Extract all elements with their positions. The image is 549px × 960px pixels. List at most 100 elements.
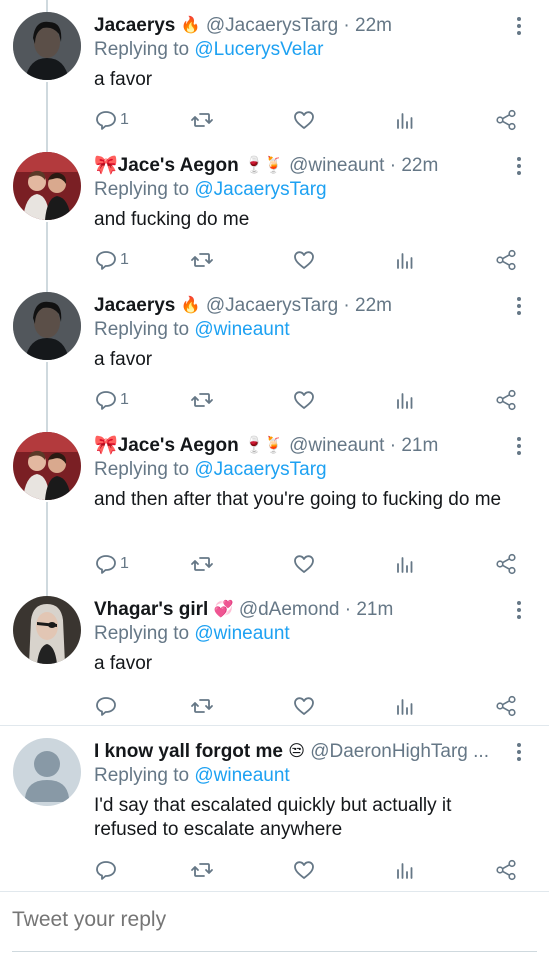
- share-button[interactable]: [494, 856, 518, 884]
- tweet[interactable]: 🎀Jace's Aegon 🍷🍹 @wineaunt · 22m Replyin…: [0, 140, 549, 280]
- replying-to: Replying to @wineaunt: [94, 764, 290, 788]
- reply-input[interactable]: [12, 905, 532, 935]
- action-bar: [94, 692, 519, 720]
- tweet-header: Jacaerys 🔥 @JacaerysTarg · 22m: [94, 292, 509, 318]
- retweet-button[interactable]: [190, 692, 214, 720]
- share-button[interactable]: [494, 550, 518, 578]
- mention-link[interactable]: @LucerysVelar: [194, 39, 323, 60]
- avatar[interactable]: [13, 152, 81, 220]
- more-options-icon[interactable]: [507, 154, 531, 178]
- timestamp[interactable]: · 21m: [390, 435, 439, 456]
- user-handle[interactable]: @JacaerysTarg: [206, 295, 338, 316]
- display-name[interactable]: 🎀Jace's Aegon: [94, 155, 239, 176]
- like-button[interactable]: [292, 550, 316, 578]
- like-button[interactable]: [292, 692, 316, 720]
- heart-icon: [294, 861, 314, 879]
- reply-button[interactable]: 1: [94, 386, 129, 414]
- analytics-button[interactable]: [393, 386, 417, 414]
- mention-link[interactable]: @wineaunt: [194, 765, 289, 786]
- retweet-button[interactable]: [190, 856, 214, 884]
- share-button[interactable]: [494, 246, 518, 274]
- tweet-text: a favor: [94, 653, 153, 674]
- replying-to: Replying to @JacaerysTarg: [94, 458, 327, 482]
- retweet-button[interactable]: [190, 386, 214, 414]
- more-options-icon[interactable]: [507, 598, 531, 622]
- display-name[interactable]: Jacaerys: [94, 15, 175, 36]
- timestamp[interactable]: · 22m: [343, 295, 392, 316]
- reply-button[interactable]: 1: [94, 106, 129, 134]
- analytics-button[interactable]: [393, 106, 417, 134]
- timestamp[interactable]: · 22m: [390, 155, 439, 176]
- retweet-icon: [191, 557, 213, 571]
- share-icon: [496, 859, 516, 881]
- analytics-button[interactable]: [393, 856, 417, 884]
- reply-input-underline: [12, 951, 537, 952]
- tweet-header: 🎀Jace's Aegon 🍷🍹 @wineaunt · 22m: [94, 152, 509, 178]
- reply-button[interactable]: [94, 692, 120, 720]
- user-handle[interactable]: @JacaerysTarg: [206, 15, 338, 36]
- name-emoji: 🍷🍹: [243, 435, 284, 454]
- replying-to-label: Replying to: [94, 39, 195, 60]
- replying-to: Replying to @LucerysVelar: [94, 38, 323, 62]
- share-button[interactable]: [494, 106, 518, 134]
- like-button[interactable]: [292, 106, 316, 134]
- more-options-icon[interactable]: [507, 14, 531, 38]
- user-handle[interactable]: @dAemond: [239, 599, 340, 620]
- tweet[interactable]: Vhagar's girl 💞 @dAemond · 21m Replying …: [0, 584, 549, 724]
- reply-count: 1: [120, 251, 129, 268]
- more-options-icon[interactable]: [507, 434, 531, 458]
- tweet[interactable]: Jacaerys 🔥 @JacaerysTarg · 22m Replying …: [0, 0, 549, 140]
- heart-icon: [294, 111, 314, 129]
- reply-button[interactable]: 1: [94, 246, 129, 274]
- user-handle[interactable]: @wineaunt: [289, 155, 384, 176]
- analytics-icon: [397, 113, 413, 129]
- display-name[interactable]: I know yall forgot me: [94, 741, 283, 762]
- like-button[interactable]: [292, 856, 316, 884]
- share-icon: [496, 695, 516, 717]
- action-bar: 1: [94, 550, 519, 578]
- action-bar: 1: [94, 386, 519, 414]
- mention-link[interactable]: @wineaunt: [194, 623, 289, 644]
- avatar[interactable]: [13, 12, 81, 80]
- retweet-button[interactable]: [190, 246, 214, 274]
- tweet[interactable]: 🎀Jace's Aegon 🍷🍹 @wineaunt · 21m Replyin…: [0, 420, 549, 584]
- like-button[interactable]: [292, 386, 316, 414]
- more-options-icon[interactable]: [507, 740, 531, 764]
- reply-icon: [96, 111, 116, 130]
- like-button[interactable]: [292, 246, 316, 274]
- mention-link[interactable]: @JacaerysTarg: [194, 179, 326, 200]
- tweet-text: and fucking do me: [94, 209, 250, 230]
- user-handle[interactable]: @DaeronHighTarg ...: [310, 741, 489, 762]
- avatar[interactable]: [13, 738, 81, 806]
- reply-count: 1: [120, 111, 129, 128]
- mention-link[interactable]: @wineaunt: [194, 319, 289, 340]
- reply-button[interactable]: 1: [94, 550, 129, 578]
- reply-button[interactable]: [94, 856, 120, 884]
- avatar[interactable]: [13, 292, 81, 360]
- action-bar: [94, 856, 519, 884]
- more-options-icon[interactable]: [507, 294, 531, 318]
- share-button[interactable]: [494, 386, 518, 414]
- tweet[interactable]: Jacaerys 🔥 @JacaerysTarg · 22m Replying …: [0, 280, 549, 420]
- retweet-button[interactable]: [190, 106, 214, 134]
- retweet-button[interactable]: [190, 550, 214, 578]
- avatar[interactable]: [13, 596, 81, 664]
- share-icon: [496, 553, 516, 575]
- display-name[interactable]: 🎀Jace's Aegon: [94, 435, 239, 456]
- analytics-button[interactable]: [393, 246, 417, 274]
- timestamp[interactable]: · 21m: [345, 599, 394, 620]
- analytics-button[interactable]: [393, 550, 417, 578]
- tweet[interactable]: I know yall forgot me 😒 @DaeronHighTarg …: [0, 726, 549, 890]
- timestamp[interactable]: · 22m: [343, 15, 392, 36]
- name-emoji: 😒: [288, 741, 305, 760]
- heart-icon: [294, 251, 314, 269]
- share-icon: [496, 249, 516, 271]
- mention-link[interactable]: @JacaerysTarg: [194, 459, 326, 480]
- display-name[interactable]: Vhagar's girl: [94, 599, 208, 620]
- avatar[interactable]: [13, 432, 81, 500]
- analytics-icon: [397, 557, 413, 573]
- share-button[interactable]: [494, 692, 518, 720]
- analytics-button[interactable]: [393, 692, 417, 720]
- user-handle[interactable]: @wineaunt: [289, 435, 384, 456]
- display-name[interactable]: Jacaerys: [94, 295, 175, 316]
